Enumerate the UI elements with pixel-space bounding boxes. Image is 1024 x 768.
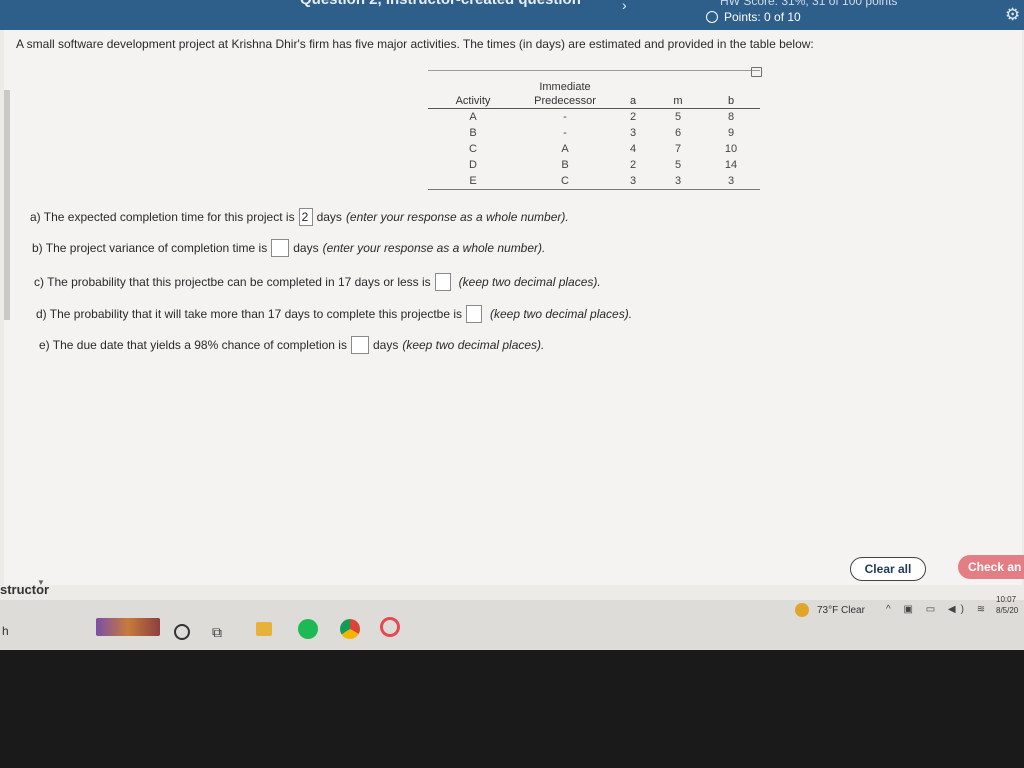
- question-e-hint: (keep two decimal places).: [402, 338, 545, 352]
- cell: D: [469, 159, 477, 171]
- cell: E: [428, 173, 518, 190]
- cell: 5: [674, 159, 682, 171]
- question-b-unit: days: [293, 241, 319, 255]
- cell: C: [518, 173, 612, 190]
- question-b-text: b) The project variance of completion ti…: [32, 241, 268, 255]
- question-a-hint: (enter your response as a whole number).: [345, 210, 569, 224]
- weather-text: 73°F Clear: [817, 604, 865, 616]
- cell: -: [563, 127, 567, 139]
- cell: 9: [727, 127, 735, 139]
- task-view-icon[interactable]: ⧉: [212, 624, 222, 641]
- taskbar-edge-text: h: [2, 624, 9, 638]
- table-row: B - 3 6 9: [428, 125, 760, 141]
- cell: A: [561, 143, 569, 155]
- check-answer-button[interactable]: Check an: [958, 555, 1024, 579]
- weather-widget[interactable]: 73°F Clear: [795, 603, 865, 617]
- clear-all-button[interactable]: Clear all: [850, 557, 926, 581]
- question-e-text: e) The due date that yields a 98% chance…: [39, 338, 347, 352]
- table-header-row: Activity Immediate Predecessor a m b: [428, 80, 760, 109]
- table-row: A - 2 5 8: [428, 109, 760, 126]
- question-e-unit: days: [372, 338, 399, 352]
- cell: 3: [702, 173, 760, 190]
- question-title: Question 2, Instructor-created question: [300, 0, 581, 8]
- clock-time: 10:07: [996, 595, 1017, 604]
- cell: 4: [629, 143, 637, 155]
- table-top-rule: [428, 70, 760, 71]
- cell: 2: [629, 159, 637, 171]
- question-d-text: d) The probability that it will take mor…: [36, 307, 462, 321]
- search-circle-icon[interactable]: [174, 624, 190, 640]
- cell: 8: [727, 111, 735, 123]
- moon-icon: [795, 603, 809, 617]
- answer-d-input[interactable]: [466, 305, 482, 323]
- question-c-text: c) The probability that this projectbe c…: [34, 275, 431, 289]
- question-d: d) The probability that it will take mor…: [36, 305, 632, 323]
- activity-table: Activity Immediate Predecessor a m b A -…: [428, 80, 760, 190]
- header-activity: Activity: [428, 80, 518, 109]
- cell: 14: [724, 159, 738, 171]
- question-a-unit: days: [316, 210, 342, 224]
- cell: 3: [629, 127, 637, 139]
- chrome-icon[interactable]: [340, 619, 360, 639]
- answer-b-input[interactable]: [271, 239, 290, 257]
- opera-icon[interactable]: [380, 617, 400, 637]
- scroll-strip: [4, 90, 10, 320]
- question-c-hint: (keep two decimal places).: [458, 275, 601, 289]
- question-a: a) The expected completion time for this…: [30, 208, 569, 226]
- file-explorer-icon[interactable]: [256, 622, 272, 636]
- question-a-text: a) The expected completion time for this…: [30, 210, 295, 224]
- cell: 7: [674, 143, 682, 155]
- cell: B: [561, 159, 569, 171]
- hw-score: HW Score: 31%, 31 of 100 points: [720, 0, 898, 8]
- cell: 5: [674, 111, 682, 123]
- cell: C: [469, 143, 477, 155]
- points-text: Points: 0 of 10: [724, 10, 801, 24]
- system-tray[interactable]: ^ ▣ ▭ ◀) ≋: [886, 604, 990, 615]
- cell: 2: [629, 111, 637, 123]
- castle-widget-icon[interactable]: [96, 618, 160, 636]
- answer-c-input[interactable]: [434, 273, 451, 291]
- next-question-icon[interactable]: ›: [622, 0, 627, 13]
- question-d-hint: (keep two decimal places).: [490, 307, 633, 321]
- answer-e-input[interactable]: [350, 336, 369, 354]
- question-c: c) The probability that this projectbe c…: [34, 273, 601, 291]
- question-b-hint: (enter your response as a whole number).: [322, 241, 546, 255]
- table-row: C A 4 7 10: [428, 141, 760, 157]
- header-b: b: [702, 80, 760, 109]
- cell: -: [563, 111, 567, 123]
- browser-screen: Question 2, Instructor-created question …: [0, 0, 1024, 600]
- cell: 3: [612, 173, 654, 190]
- question-header-bar: Question 2, Instructor-created question …: [0, 0, 1024, 30]
- taskbar-clock[interactable]: 10:07 8/5/20: [996, 594, 1018, 616]
- problem-intro: A small software development project at …: [16, 37, 814, 51]
- windows-taskbar: h ⧉ 73°F Clear ^ ▣ ▭ ◀) ≋ 10:07 8/5/20: [0, 595, 1024, 650]
- cell: 3: [654, 173, 702, 190]
- settings-gear-icon[interactable]: ⚙: [1005, 5, 1020, 25]
- cell: 10: [724, 143, 738, 155]
- cell: A: [469, 111, 477, 123]
- points-indicator: Points: 0 of 10: [706, 10, 801, 24]
- question-b: b) The project variance of completion ti…: [32, 239, 545, 257]
- header-a: a: [612, 80, 654, 109]
- cell: 6: [674, 127, 682, 139]
- answer-a-input[interactable]: 2: [298, 208, 313, 226]
- header-m: m: [654, 80, 702, 109]
- popout-icon[interactable]: [751, 67, 762, 77]
- clock-date: 8/5/20: [996, 606, 1019, 615]
- table-row: E C 3 3 3: [428, 173, 760, 190]
- instructor-label: structor: [0, 582, 50, 597]
- header-predecessor: Immediate Predecessor: [518, 80, 612, 109]
- points-circle-icon: [706, 11, 718, 23]
- question-e: e) The due date that yields a 98% chance…: [39, 336, 544, 354]
- spotify-icon[interactable]: [298, 619, 318, 639]
- cell: B: [469, 127, 477, 139]
- table-row: D B 2 5 14: [428, 157, 760, 173]
- question-panel: A small software development project at …: [4, 30, 1022, 587]
